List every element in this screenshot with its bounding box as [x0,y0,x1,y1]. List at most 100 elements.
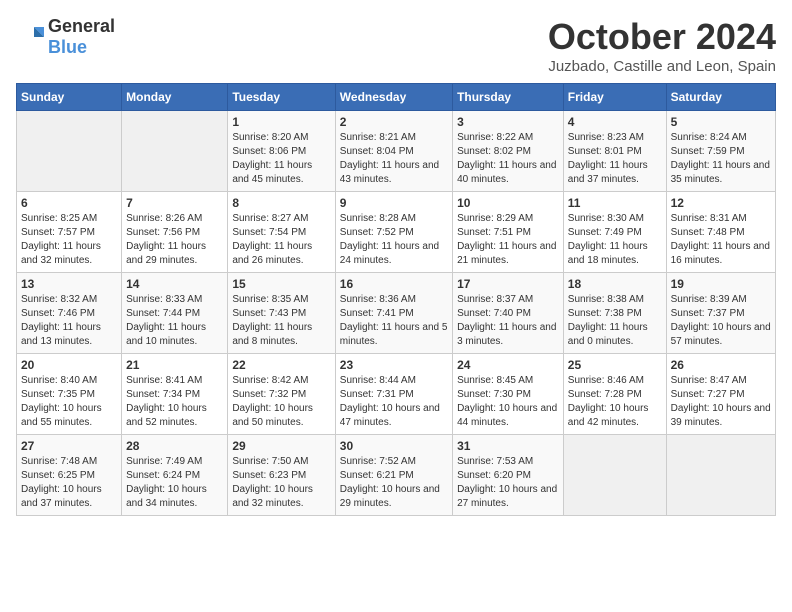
day-number: 30 [340,439,448,453]
day-info: Sunrise: 8:47 AM Sunset: 7:27 PM Dayligh… [671,374,771,430]
day-number: 6 [21,196,117,210]
calendar-cell: 13 Sunrise: 8:32 AM Sunset: 7:46 PM Dayli… [17,273,122,354]
calendar-cell: 18 Sunrise: 8:38 AM Sunset: 7:38 PM Dayli… [563,273,666,354]
day-info: Sunrise: 8:23 AM Sunset: 8:01 PM Dayligh… [568,131,662,187]
calendar-cell: 3 Sunrise: 8:22 AM Sunset: 8:02 PM Daylig… [453,111,564,192]
day-number: 18 [568,277,662,291]
calendar-cell [563,435,666,516]
page-header: General Blue October 2024 Juzbado, Casti… [16,16,776,75]
day-number: 29 [232,439,330,453]
logo-blue-text: Blue [48,37,87,57]
day-number: 8 [232,196,330,210]
calendar-week-row: 27 Sunrise: 7:48 AM Sunset: 6:25 PM Dayli… [17,435,776,516]
calendar-header-row: SundayMondayTuesdayWednesdayThursdayFrid… [17,84,776,111]
day-number: 12 [671,196,771,210]
calendar-cell: 4 Sunrise: 8:23 AM Sunset: 8:01 PM Daylig… [563,111,666,192]
calendar-header-saturday: Saturday [666,84,775,111]
calendar-cell: 2 Sunrise: 8:21 AM Sunset: 8:04 PM Daylig… [335,111,452,192]
day-info: Sunrise: 8:22 AM Sunset: 8:02 PM Dayligh… [457,131,559,187]
calendar-cell [17,111,122,192]
day-number: 20 [21,358,117,372]
day-number: 1 [232,115,330,129]
logo-icon [16,23,44,51]
day-info: Sunrise: 7:48 AM Sunset: 6:25 PM Dayligh… [21,455,117,511]
day-number: 14 [126,277,223,291]
calendar-cell: 10Sunrise: 8:29 AM Sunset: 7:51 PM Dayli… [453,192,564,273]
calendar-cell: 28 Sunrise: 7:49 AM Sunset: 6:24 PM Dayli… [122,435,228,516]
day-info: Sunrise: 8:35 AM Sunset: 7:43 PM Dayligh… [232,293,330,349]
day-info: Sunrise: 8:38 AM Sunset: 7:38 PM Dayligh… [568,293,662,349]
day-number: 27 [21,439,117,453]
calendar-cell: 29 Sunrise: 7:50 AM Sunset: 6:23 PM Dayli… [228,435,335,516]
calendar-header-monday: Monday [122,84,228,111]
calendar-cell: 24Sunrise: 8:45 AM Sunset: 7:30 PM Dayli… [453,354,564,435]
calendar-cell [666,435,775,516]
calendar-cell: 17Sunrise: 8:37 AM Sunset: 7:40 PM Dayli… [453,273,564,354]
day-number: 16 [340,277,448,291]
calendar-header-friday: Friday [563,84,666,111]
calendar-cell: 1Sunrise: 8:20 AM Sunset: 8:06 PM Daylig… [228,111,335,192]
logo: General Blue [16,16,115,58]
day-number: 17 [457,277,559,291]
calendar-cell: 6 Sunrise: 8:25 AM Sunset: 7:57 PM Daylig… [17,192,122,273]
day-info: Sunrise: 8:33 AM Sunset: 7:44 PM Dayligh… [126,293,223,349]
day-number: 15 [232,277,330,291]
day-info: Sunrise: 8:25 AM Sunset: 7:57 PM Dayligh… [21,212,117,268]
day-number: 10 [457,196,559,210]
day-info: Sunrise: 7:53 AM Sunset: 6:20 PM Dayligh… [457,455,559,511]
day-number: 28 [126,439,223,453]
calendar-cell: 7Sunrise: 8:26 AM Sunset: 7:56 PM Daylig… [122,192,228,273]
calendar-cell: 30 Sunrise: 7:52 AM Sunset: 6:21 PM Dayli… [335,435,452,516]
calendar-cell: 23 Sunrise: 8:44 AM Sunset: 7:31 PM Dayli… [335,354,452,435]
day-number: 31 [457,439,559,453]
title-section: October 2024 Juzbado, Castille and Leon,… [548,16,776,75]
day-number: 23 [340,358,448,372]
calendar-cell [122,111,228,192]
logo-general-text: General [48,16,115,36]
calendar-week-row: 6 Sunrise: 8:25 AM Sunset: 7:57 PM Daylig… [17,192,776,273]
day-info: Sunrise: 8:31 AM Sunset: 7:48 PM Dayligh… [671,212,771,268]
day-number: 19 [671,277,771,291]
calendar-cell: 12 Sunrise: 8:31 AM Sunset: 7:48 PM Dayli… [666,192,775,273]
day-info: Sunrise: 8:32 AM Sunset: 7:46 PM Dayligh… [21,293,117,349]
calendar-cell: 5Sunrise: 8:24 AM Sunset: 7:59 PM Daylig… [666,111,775,192]
day-info: Sunrise: 8:40 AM Sunset: 7:35 PM Dayligh… [21,374,117,430]
day-number: 26 [671,358,771,372]
day-info: Sunrise: 8:30 AM Sunset: 7:49 PM Dayligh… [568,212,662,268]
day-number: 21 [126,358,223,372]
calendar-cell: 19 Sunrise: 8:39 AM Sunset: 7:37 PM Dayli… [666,273,775,354]
calendar-header-tuesday: Tuesday [228,84,335,111]
calendar-cell: 8Sunrise: 8:27 AM Sunset: 7:54 PM Daylig… [228,192,335,273]
calendar-cell: 16 Sunrise: 8:36 AM Sunset: 7:41 PM Dayli… [335,273,452,354]
day-number: 2 [340,115,448,129]
day-info: Sunrise: 8:46 AM Sunset: 7:28 PM Dayligh… [568,374,662,430]
calendar-cell: 31 Sunrise: 7:53 AM Sunset: 6:20 PM Dayli… [453,435,564,516]
day-info: Sunrise: 8:39 AM Sunset: 7:37 PM Dayligh… [671,293,771,349]
calendar-week-row: 1Sunrise: 8:20 AM Sunset: 8:06 PM Daylig… [17,111,776,192]
day-number: 4 [568,115,662,129]
day-info: Sunrise: 8:42 AM Sunset: 7:32 PM Dayligh… [232,374,330,430]
day-info: Sunrise: 8:44 AM Sunset: 7:31 PM Dayligh… [340,374,448,430]
day-info: Sunrise: 8:26 AM Sunset: 7:56 PM Dayligh… [126,212,223,268]
calendar-header-wednesday: Wednesday [335,84,452,111]
calendar-cell: 20 Sunrise: 8:40 AM Sunset: 7:35 PM Dayli… [17,354,122,435]
calendar-cell: 9Sunrise: 8:28 AM Sunset: 7:52 PM Daylig… [335,192,452,273]
day-info: Sunrise: 8:21 AM Sunset: 8:04 PM Dayligh… [340,131,448,187]
day-number: 9 [340,196,448,210]
day-number: 13 [21,277,117,291]
day-number: 3 [457,115,559,129]
day-info: Sunrise: 7:50 AM Sunset: 6:23 PM Dayligh… [232,455,330,511]
calendar-week-row: 13 Sunrise: 8:32 AM Sunset: 7:46 PM Dayli… [17,273,776,354]
calendar-header-sunday: Sunday [17,84,122,111]
day-number: 11 [568,196,662,210]
day-info: Sunrise: 7:52 AM Sunset: 6:21 PM Dayligh… [340,455,448,511]
calendar-cell: 14 Sunrise: 8:33 AM Sunset: 7:44 PM Dayli… [122,273,228,354]
calendar-cell: 25Sunrise: 8:46 AM Sunset: 7:28 PM Dayli… [563,354,666,435]
calendar-table: SundayMondayTuesdayWednesdayThursdayFrid… [16,83,776,516]
day-number: 24 [457,358,559,372]
page-title: October 2024 [548,16,776,58]
calendar-cell: 11 Sunrise: 8:30 AM Sunset: 7:49 PM Dayli… [563,192,666,273]
calendar-header-thursday: Thursday [453,84,564,111]
day-info: Sunrise: 7:49 AM Sunset: 6:24 PM Dayligh… [126,455,223,511]
day-info: Sunrise: 8:36 AM Sunset: 7:41 PM Dayligh… [340,293,448,349]
